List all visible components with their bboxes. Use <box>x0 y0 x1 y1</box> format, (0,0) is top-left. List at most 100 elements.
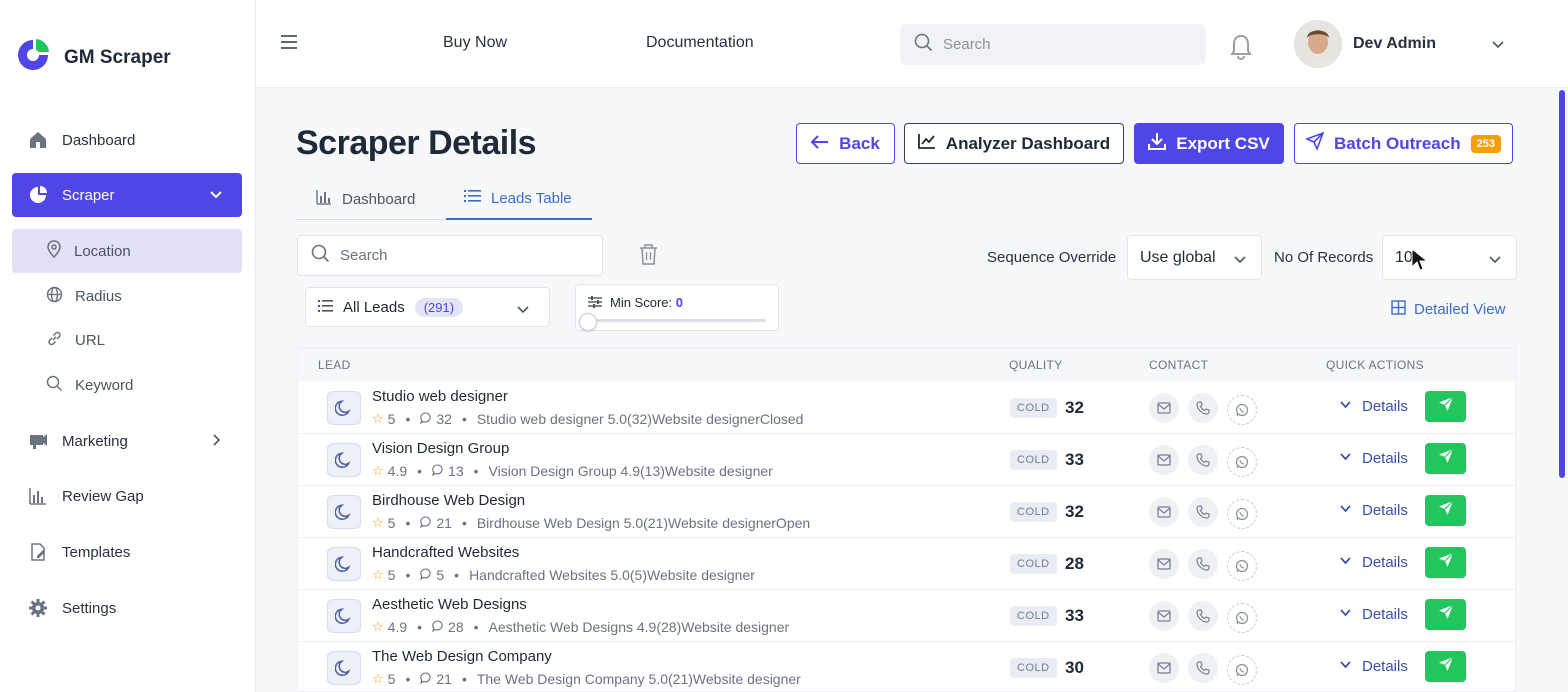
whatsapp-icon[interactable] <box>1227 551 1257 581</box>
details-label: Details <box>1362 398 1408 415</box>
lead-name[interactable]: Aesthetic Web Designs <box>372 596 527 613</box>
back-button[interactable]: Back <box>796 123 895 164</box>
brand[interactable]: GM Scraper <box>16 38 171 77</box>
phone-icon[interactable] <box>1188 445 1218 475</box>
sidebar-item-review-gap[interactable]: Review Gap <box>12 474 242 518</box>
mail-icon[interactable] <box>1149 549 1179 579</box>
separator-dot: • <box>461 515 467 531</box>
phone-icon[interactable] <box>1188 549 1218 579</box>
sidebar-item-label: Dashboard <box>62 131 136 149</box>
export-csv-button[interactable]: Export CSV <box>1134 123 1284 164</box>
mail-icon[interactable] <box>1149 497 1179 527</box>
mail-icon[interactable] <box>1149 445 1179 475</box>
mail-icon[interactable] <box>1149 653 1179 683</box>
table-row[interactable]: Vision Design Group ☆ 4.9 • 13 • Vision Design… <box>298 434 1515 486</box>
table-row[interactable]: Handcrafted Websites ☆ 5 • 5 • Handcrafted Web… <box>298 538 1515 590</box>
phone-icon[interactable] <box>1188 601 1218 631</box>
min-score-slider-thumb[interactable] <box>579 313 597 331</box>
lead-name[interactable]: Handcrafted Websites <box>372 544 519 561</box>
top-bar: Buy Now Documentation Dev Admin <box>256 0 1568 88</box>
min-score-slider-track[interactable] <box>588 319 766 322</box>
analyzer-dashboard-button[interactable]: Analyzer Dashboard <box>904 123 1124 164</box>
tab-leads-table[interactable]: Leads Table <box>446 178 592 220</box>
details-toggle[interactable]: Details <box>1339 554 1408 571</box>
tab-dashboard[interactable]: Dashboard <box>316 178 444 220</box>
table-row[interactable]: Birdhouse Web Design ☆ 5 • 21 • Birdhouse Web … <box>298 486 1515 538</box>
sidebar-subitem-url[interactable]: URL <box>12 318 242 362</box>
menu-icon[interactable] <box>280 34 298 55</box>
documentation-link[interactable]: Documentation <box>646 34 754 52</box>
records-select[interactable]: 10 <box>1382 235 1517 280</box>
table-row[interactable]: The Web Design Company ☆ 5 • 21 • The Web Desi… <box>298 642 1515 692</box>
send-outreach-button[interactable] <box>1425 391 1466 422</box>
mail-icon[interactable] <box>1149 393 1179 423</box>
leads-count-badge: (291) <box>414 297 464 317</box>
page-scrollbar[interactable] <box>1559 90 1565 478</box>
list-icon <box>464 189 481 207</box>
send-icon <box>1438 552 1454 573</box>
send-outreach-button[interactable] <box>1425 443 1466 474</box>
table-row[interactable]: Studio web designer ☆ 5 • 32 • Studio web desi… <box>298 382 1515 434</box>
sidebar-item-scraper[interactable]: Scraper <box>12 173 242 217</box>
avatar[interactable] <box>1294 20 1342 68</box>
details-toggle[interactable]: Details <box>1339 398 1408 415</box>
sliders-icon <box>588 295 602 313</box>
send-outreach-button[interactable] <box>1425 651 1466 682</box>
details-label: Details <box>1362 450 1408 467</box>
user-name[interactable]: Dev Admin <box>1353 35 1436 53</box>
whatsapp-icon[interactable] <box>1227 395 1257 425</box>
whatsapp-icon[interactable] <box>1227 499 1257 529</box>
lead-description: Studio web designer 5.0(32)Website desig… <box>476 411 804 427</box>
table-row[interactable]: Aesthetic Web Designs ☆ 4.9 • 28 • Aesthetic W… <box>298 590 1515 642</box>
trash-icon[interactable] <box>639 243 658 270</box>
leads-filter-label: All Leads <box>343 298 405 316</box>
sidebar-item-settings[interactable]: Settings <box>12 586 242 630</box>
chevron-down-icon[interactable] <box>1490 36 1506 57</box>
details-toggle[interactable]: Details <box>1339 606 1408 623</box>
phone-icon[interactable] <box>1188 497 1218 527</box>
column-header-quick-actions: QUICK ACTIONS <box>1326 358 1424 372</box>
tabs-divider <box>296 219 446 220</box>
sidebar-subitem-location[interactable]: Location <box>12 229 242 273</box>
send-outreach-button[interactable] <box>1425 547 1466 578</box>
send-icon <box>1438 656 1454 677</box>
sidebar-item-dashboard[interactable]: Dashboard <box>12 118 242 162</box>
leads-table: LEAD QUALITY CONTACT QUICK ACTIONS Studi… <box>297 347 1516 692</box>
mail-icon[interactable] <box>1149 601 1179 631</box>
whatsapp-icon[interactable] <box>1227 447 1257 477</box>
leads-search <box>297 235 603 276</box>
send-outreach-button[interactable] <box>1425 495 1466 526</box>
lead-name[interactable]: The Web Design Company <box>372 648 552 665</box>
batch-outreach-button[interactable]: Batch Outreach 253 <box>1294 123 1513 164</box>
sidebar-subitem-radius[interactable]: Radius <box>12 274 242 318</box>
moon-icon <box>327 443 361 477</box>
send-icon <box>1438 396 1454 417</box>
details-toggle[interactable]: Details <box>1339 502 1408 519</box>
sidebar-subitem-keyword[interactable]: Keyword <box>12 363 242 407</box>
whatsapp-icon[interactable] <box>1227 603 1257 633</box>
details-toggle[interactable]: Details <box>1339 450 1408 467</box>
chevron-down-icon <box>1339 502 1352 519</box>
chevron-down-icon <box>208 186 224 206</box>
phone-icon[interactable] <box>1188 653 1218 683</box>
lead-name[interactable]: Studio web designer <box>372 388 508 405</box>
leads-filter-select[interactable]: All Leads (291) <box>305 287 550 327</box>
sidebar-item-templates[interactable]: Templates <box>12 530 242 574</box>
detailed-view-toggle[interactable]: Detailed View <box>1391 300 1505 319</box>
send-outreach-button[interactable] <box>1425 599 1466 630</box>
phone-icon[interactable] <box>1188 393 1218 423</box>
lead-name[interactable]: Vision Design Group <box>372 440 509 457</box>
sequence-override-select[interactable]: Use global <box>1127 235 1262 280</box>
lead-meta: ☆ 4.9 • 13 • Vision Design Group 4.9(13)Websi… <box>372 463 773 479</box>
buy-now-link[interactable]: Buy Now <box>443 34 507 52</box>
lead-score: 33 <box>1065 450 1084 469</box>
whatsapp-icon[interactable] <box>1227 655 1257 685</box>
bell-icon[interactable] <box>1229 33 1253 66</box>
lead-name[interactable]: Birdhouse Web Design <box>372 492 525 509</box>
sidebar-item-marketing[interactable]: Marketing <box>12 419 242 463</box>
leads-search-input[interactable] <box>340 247 580 264</box>
header-search-input[interactable] <box>943 36 1183 53</box>
separator-dot: • <box>405 411 411 427</box>
details-toggle[interactable]: Details <box>1339 658 1408 675</box>
separator-dot: • <box>417 619 423 635</box>
